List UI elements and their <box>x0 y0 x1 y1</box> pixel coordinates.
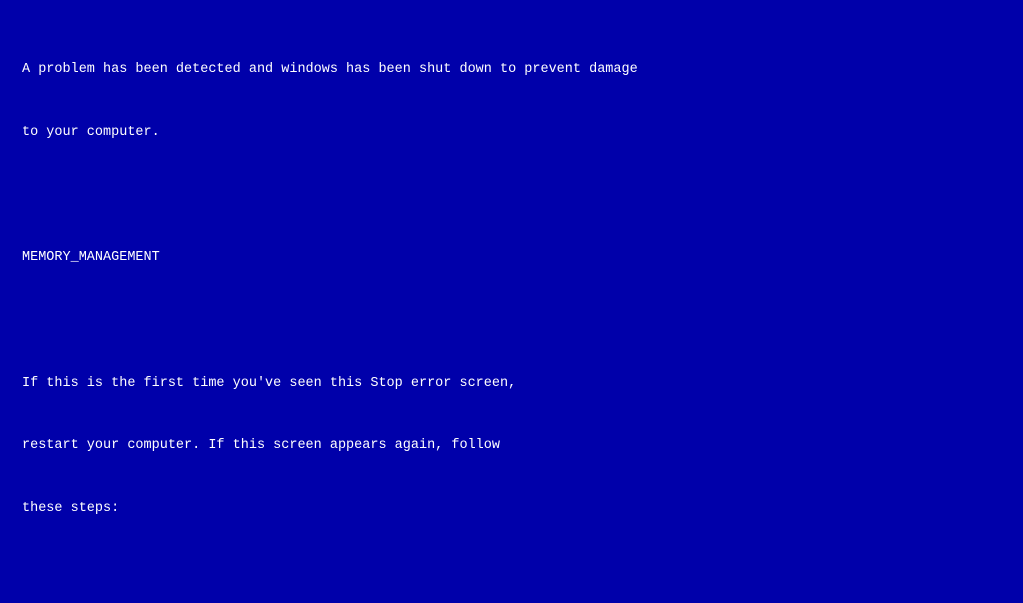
bsod-screen: A problem has been detected and windows … <box>0 0 1023 603</box>
error-code: MEMORY_MANAGEMENT <box>22 248 1001 269</box>
blank-line-3 <box>22 562 1001 583</box>
para1-line3: these steps: <box>22 499 1001 520</box>
bsod-line2: to your computer. <box>22 123 1001 144</box>
para1-line2: restart your computer. If this screen ap… <box>22 436 1001 457</box>
para1-line1: If this is the first time you've seen th… <box>22 374 1001 395</box>
bsod-line1: A problem has been detected and windows … <box>22 60 1001 81</box>
blank-line-2 <box>22 311 1001 332</box>
blank-line-1 <box>22 185 1001 206</box>
